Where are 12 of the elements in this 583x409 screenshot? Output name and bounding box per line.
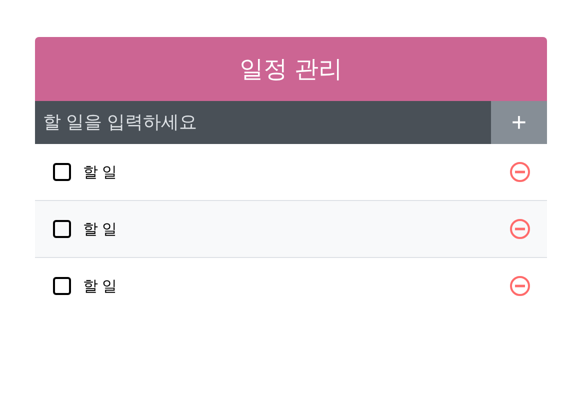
checkbox[interactable] <box>53 277 71 295</box>
todo-text: 할 일 <box>83 276 118 296</box>
todo-text: 할 일 <box>83 162 118 182</box>
remove-icon[interactable] <box>509 161 531 183</box>
todo-text: 할 일 <box>83 220 118 238</box>
app-title: 일정 관리 <box>35 37 547 101</box>
checkbox[interactable] <box>53 220 71 238</box>
add-button[interactable]: + <box>491 101 547 144</box>
todo-input-field[interactable]: 할 일을 입력하세요 <box>35 101 491 144</box>
checkbox[interactable] <box>53 163 71 181</box>
remove-icon[interactable] <box>509 218 531 240</box>
remove-icon[interactable] <box>509 275 531 297</box>
